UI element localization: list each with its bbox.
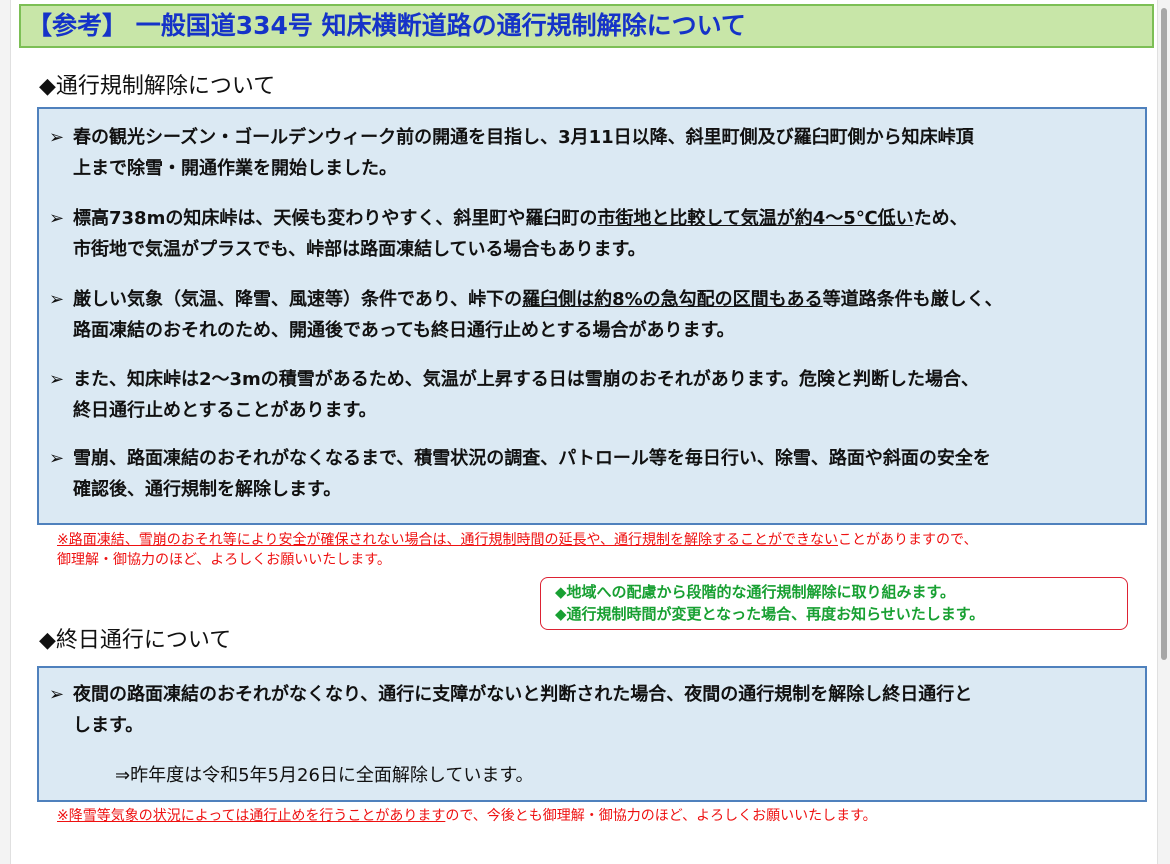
list-item: ➢ 春の観光シーズン・ゴールデンウィーク前の開通を目指し、3月11日以降、斜里町側…	[49, 122, 1139, 184]
section-heading-all-day-traffic: ◆終日通行について	[39, 628, 232, 653]
arrow-bullet-icon: ➢	[49, 127, 65, 148]
document-page: 【参考】 一般国道334号 知床横断道路の通行規制解除について ◆通行規制解除に…	[10, 0, 1158, 864]
list-item: ➢ 雪崩、路面凍結のおそれがなくなるまで、積雪状況の調査、パトロール等を毎日行い、…	[49, 443, 1139, 505]
arrow-bullet-icon: ➢	[49, 448, 65, 469]
list-item: ➢ 標高738mの知床峠は、天候も変わりやすく、斜里町や羅臼町の市街地と比較して気…	[49, 203, 1139, 265]
list-item: ➢ 厳しい気象（気温、降雪、風速等）条件であり、峠下の羅臼側は約8%の急勾配の区間…	[49, 284, 1139, 346]
underlined-temperature-text: 市街地と比較して気温が約4～5℃低い	[597, 208, 914, 229]
underlined-gradient-text: 羅臼側は約8%の急勾配の区間もある	[522, 289, 823, 310]
arrow-bullet-icon: ➢	[49, 289, 65, 310]
list-item: ➢ また、知床峠は2～3mの積雪があるため、気温が上昇する日は雪崩のおそれがありま…	[49, 364, 1139, 426]
safety-note: ※路面凍結、雪崩のおそれ等により安全が確保されない場合は、通行規制時間の延長や、…	[57, 532, 978, 568]
arrow-bullet-icon: ➢	[49, 369, 65, 390]
section-heading-restriction-lift: ◆通行規制解除について	[39, 74, 276, 99]
page-title: 【参考】 一般国道334号 知床横断道路の通行規制解除について	[19, 4, 1154, 48]
callout-box: ◆地域への配慮から段階的な通行規制解除に取り組みます。 ◆通行規制時間が変更とな…	[540, 577, 1128, 630]
list-item: ➢ 夜間の路面凍結のおそれがなくなり、通行に支障がないと判断された場合、夜間の通行…	[49, 679, 1139, 741]
arrow-bullet-icon: ➢	[49, 208, 65, 229]
weather-note: ※降雪等気象の状況によっては通行止めを行うことがありますので、今後とも御理解・御…	[57, 808, 877, 824]
last-year-note: ⇒昨年度は令和5年5月26日に全面解除しています。	[115, 765, 534, 786]
arrow-bullet-icon: ➢	[49, 684, 65, 705]
vertical-scrollbar[interactable]	[1161, 8, 1167, 660]
restriction-lift-box: ➢ 春の観光シーズン・ゴールデンウィーク前の開通を目指し、3月11日以降、斜里町側…	[37, 107, 1147, 525]
